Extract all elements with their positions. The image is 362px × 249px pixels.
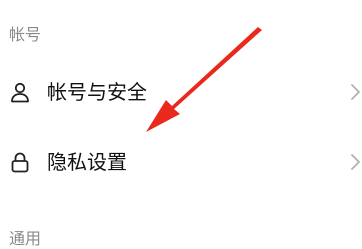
chevron-right-icon: [351, 84, 360, 100]
account-security-label: 帐号与安全: [47, 80, 147, 104]
chevron-right-icon: [351, 154, 360, 170]
account-security-row[interactable]: 帐号与安全: [0, 62, 362, 122]
section-header-general: 通用: [9, 229, 42, 248]
privacy-settings-label: 隐私设置: [47, 150, 127, 174]
privacy-settings-row[interactable]: 隐私设置: [0, 132, 362, 192]
lock-icon: [11, 152, 29, 173]
user-icon: [11, 82, 29, 103]
section-header-account: 帐号: [9, 25, 42, 44]
